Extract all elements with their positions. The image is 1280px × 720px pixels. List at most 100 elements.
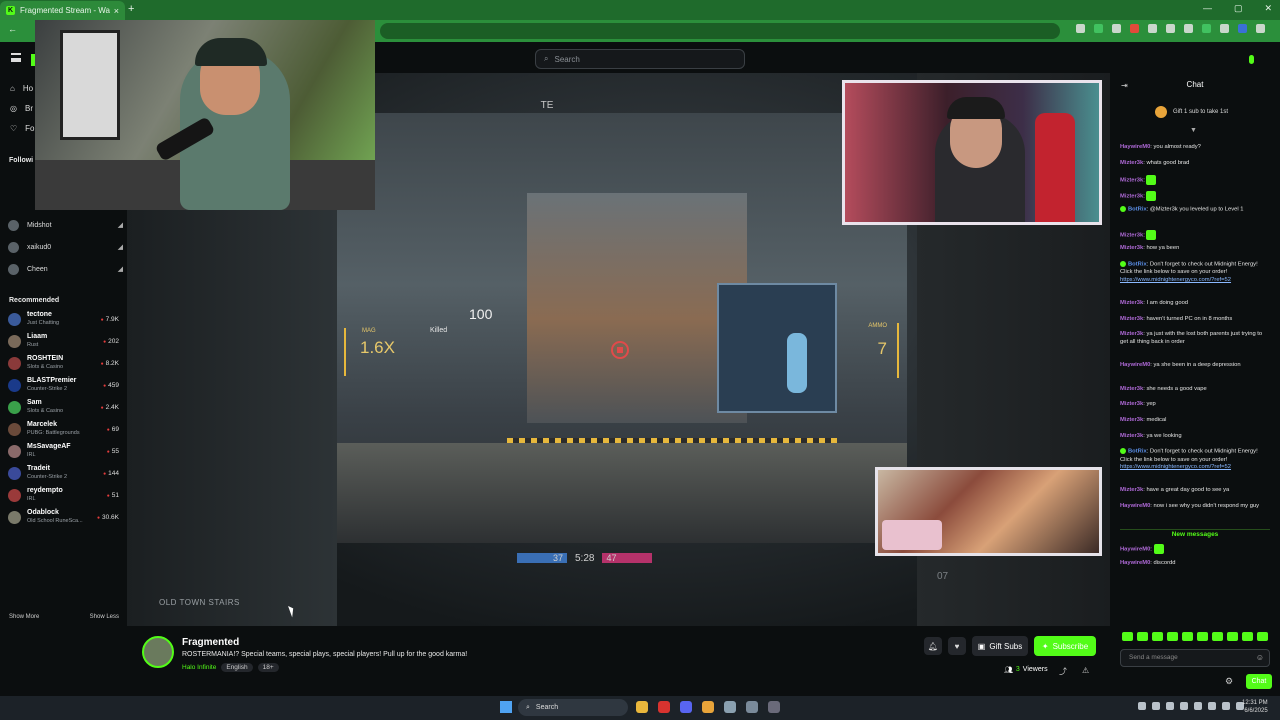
download-icon[interactable] [1184, 24, 1193, 33]
profile-avatar[interactable] [1238, 24, 1247, 33]
emote[interactable] [1137, 632, 1148, 641]
chat-username[interactable]: Mizter3k [1120, 300, 1143, 306]
extension-icon[interactable] [1220, 24, 1229, 33]
chat-username[interactable]: Mizter3k [1120, 193, 1143, 199]
chat-username[interactable]: Mizter3k [1120, 417, 1143, 423]
sidebar-item-home[interactable]: ⌂ Ho [10, 84, 33, 93]
notification-bell-button[interactable]: 🔔︎ [924, 637, 942, 655]
emote[interactable] [1212, 632, 1223, 641]
app-icon[interactable] [724, 701, 736, 713]
recommended-item[interactable]: Liaam Rust 202 [8, 331, 119, 351]
extension-icon[interactable] [1148, 24, 1157, 33]
extension-icon[interactable] [1094, 24, 1103, 33]
app-icon[interactable] [768, 701, 780, 713]
emoji-icon[interactable]: ☺ [1256, 650, 1264, 666]
recommended-item[interactable]: reydempto IRL 51 [8, 485, 119, 505]
app-icon[interactable] [658, 701, 670, 713]
menu-dots-icon[interactable] [1256, 24, 1265, 33]
following-item[interactable]: Cheen ◢ [8, 262, 123, 276]
recommended-item[interactable]: BLASTPremier Counter-Strike 2 459 [8, 375, 119, 395]
chat-username[interactable]: Mizter3k [1120, 401, 1143, 407]
recommended-item[interactable]: Sam Slots & Casino 2.4K [8, 397, 119, 417]
emote[interactable] [1167, 632, 1178, 641]
recommended-item[interactable]: Tradeit Counter-Strike 2 144 [8, 463, 119, 483]
gift-banner[interactable]: Gift 1 sub to take 1st [1155, 106, 1228, 118]
category-link[interactable]: Halo Infinite [182, 664, 216, 671]
tab-close-icon[interactable]: × [114, 6, 119, 16]
send-chat-button[interactable]: Chat [1246, 674, 1272, 689]
chat-username[interactable]: BotRix [1128, 207, 1147, 213]
chat-link[interactable]: https://www.midnightenergyco.com/?ref=52 [1120, 277, 1231, 283]
extension-icon[interactable] [1112, 24, 1121, 33]
chat-link[interactable]: https://www.midnightenergyco.com/?ref=52 [1120, 464, 1231, 470]
chat-input[interactable]: Send a message ☺ [1120, 649, 1270, 667]
back-arrow-icon[interactable]: ← [8, 24, 17, 34]
following-item[interactable]: Midshot ◢ [8, 218, 123, 232]
chat-username[interactable]: HaywireM0 [1120, 560, 1150, 566]
new-tab-button[interactable]: + [128, 3, 134, 15]
chat-username[interactable]: BotRix [1128, 262, 1147, 268]
recommended-item[interactable]: tectone Just Chatting 7.9K [8, 309, 119, 329]
chat-username[interactable]: HaywireM0 [1120, 547, 1150, 553]
chat-username[interactable]: Mizter3k [1120, 245, 1143, 251]
share-icon[interactable]: ⤴ [1059, 666, 1067, 677]
tag[interactable]: 18+ [257, 663, 279, 672]
close-window-button[interactable]: ✕ [1264, 3, 1272, 14]
file-explorer-icon[interactable] [636, 701, 648, 713]
emote[interactable] [1257, 632, 1268, 641]
system-clock[interactable]: 12:31 PM 6/6/2025 [1242, 699, 1268, 715]
recommended-item[interactable]: Odablock Old School RuneSca... 30.6K [8, 507, 119, 527]
emote[interactable] [1152, 632, 1163, 641]
recommended-item[interactable]: Marcelek PUBG: Battlegrounds 69 [8, 419, 119, 439]
tray-icon[interactable] [1138, 702, 1146, 710]
notification-icon[interactable] [1249, 55, 1254, 64]
sidebar-item-following[interactable]: ♡ Fo [10, 124, 35, 133]
emote[interactable] [1182, 632, 1193, 641]
taskbar-search[interactable]: ⌕ Search [518, 699, 628, 716]
recommended-item[interactable]: ROSHTEIN Slots & Casino 8.2K [8, 353, 119, 373]
streamer-name[interactable]: Fragmented [182, 637, 239, 648]
chat-username[interactable]: HaywireM0 [1120, 362, 1150, 368]
chat-username[interactable]: HaywireM0 [1120, 503, 1150, 509]
wifi-icon[interactable] [1208, 702, 1216, 710]
chrome-icon[interactable] [702, 701, 714, 713]
star-icon[interactable] [1076, 24, 1085, 33]
puzzle-icon[interactable] [1166, 24, 1175, 33]
following-item[interactable]: xaikud0 ◢ [8, 240, 123, 254]
chat-username[interactable]: Mizter3k [1120, 433, 1143, 439]
extension-icon[interactable] [1202, 24, 1211, 33]
emote[interactable] [1227, 632, 1238, 641]
subscribe-button[interactable]: ✦ Subscribe [1034, 636, 1096, 656]
chat-username[interactable]: Mizter3k [1120, 386, 1143, 392]
chat-username[interactable]: Mizter3k [1120, 487, 1143, 493]
windows-start-icon[interactable] [500, 701, 512, 713]
search-input[interactable]: ⌕ Search [535, 49, 745, 69]
tray-icon[interactable] [1152, 702, 1160, 710]
menu-icon[interactable] [11, 53, 21, 62]
follow-heart-button[interactable]: ♥ [948, 637, 966, 655]
chat-username[interactable]: Mizter3k [1120, 160, 1143, 166]
maximize-button[interactable]: ▢ [1234, 3, 1243, 14]
tag[interactable]: English [221, 663, 253, 672]
show-more-button[interactable]: Show More [9, 614, 39, 620]
extension-icon[interactable] [1130, 24, 1139, 33]
emote[interactable] [1197, 632, 1208, 641]
recommended-item[interactable]: MsSavageAF IRL 55 [8, 441, 119, 461]
minimize-button[interactable]: — [1203, 3, 1212, 14]
gift-subs-button[interactable]: ▣ Gift Subs [972, 636, 1028, 656]
tray-icon[interactable] [1180, 702, 1188, 710]
discord-icon[interactable] [680, 701, 692, 713]
chat-username[interactable]: Mizter3k [1120, 178, 1143, 184]
report-icon[interactable]: ⚠ [1082, 666, 1089, 675]
gear-icon[interactable]: ⚙ [1225, 676, 1233, 687]
url-field[interactable] [380, 23, 1060, 39]
emote[interactable] [1242, 632, 1253, 641]
sidebar-item-browse[interactable]: ◎ Br [10, 104, 33, 113]
chat-username[interactable]: HaywireM0 [1120, 144, 1150, 150]
app-icon[interactable] [746, 701, 758, 713]
browser-tab[interactable]: K Fragmented Stream - Watc × [0, 1, 125, 20]
volume-icon[interactable] [1222, 702, 1230, 710]
emote[interactable] [1122, 632, 1133, 641]
tray-icon[interactable] [1166, 702, 1174, 710]
chat-username[interactable]: Mizter3k [1120, 331, 1143, 337]
